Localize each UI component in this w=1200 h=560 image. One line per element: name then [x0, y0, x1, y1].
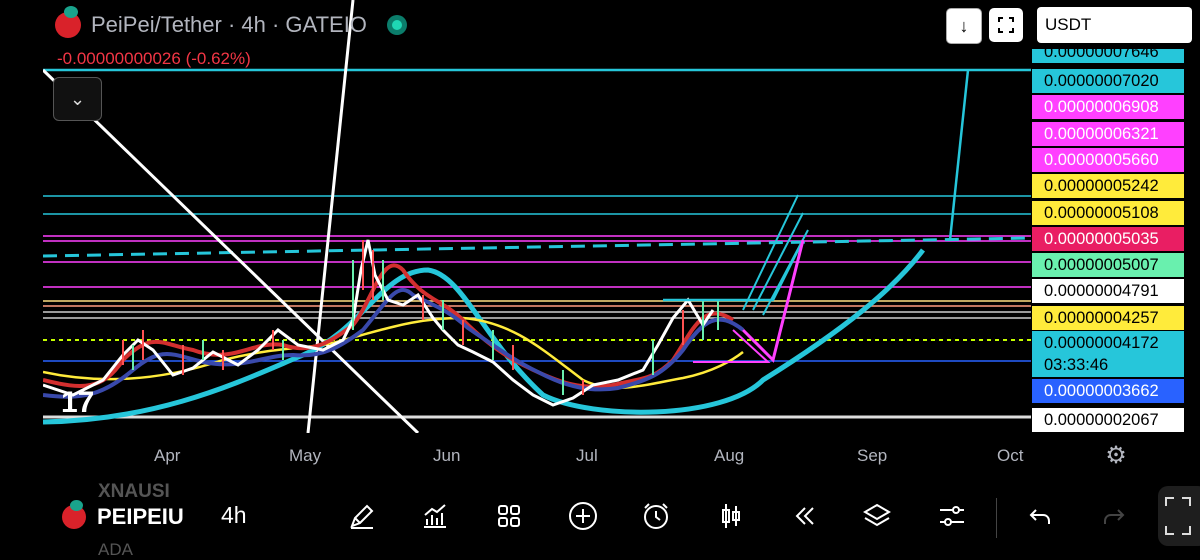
chevron-down-icon: ⌄: [69, 88, 86, 109]
redo-icon[interactable]: [1094, 496, 1134, 536]
more-tools-button[interactable]: [1158, 486, 1200, 546]
alert-clock-icon[interactable]: [636, 496, 676, 536]
pencil-icon[interactable]: [342, 496, 382, 536]
price-label: 0.00000005108: [1032, 201, 1184, 225]
next-symbol-ghost: ADA: [98, 540, 133, 559]
price-label: 0.00000004172: [1032, 331, 1184, 355]
price-label: 0.00000007646: [1032, 49, 1184, 63]
price-line: [43, 239, 715, 407]
toolbar-divider: [996, 498, 997, 538]
layers-icon[interactable]: [857, 496, 897, 536]
moving-average: [43, 316, 744, 390]
token-logo-icon: [62, 500, 86, 529]
price-label: 0.00000005035: [1032, 227, 1184, 251]
expand-icon: [1165, 497, 1191, 535]
layout-grid-icon[interactable]: [489, 496, 529, 536]
target-pattern: [693, 329, 771, 363]
symbol-switcher[interactable]: PEIPEIU: [97, 504, 184, 530]
symbol-title[interactable]: PeiPei/Tether · 4h · GATEIO: [91, 12, 367, 38]
price-label: 0.00000002067: [1032, 408, 1184, 432]
interval-button[interactable]: 4h: [221, 502, 247, 529]
currency-value: USDT: [1045, 15, 1092, 34]
time-tick-label: Sep: [857, 446, 888, 465]
price-label: 0.00000005007: [1032, 253, 1184, 277]
time-tick-label: Jul: [576, 446, 598, 465]
chart-header: PeiPei/Tether · 4h · GATEIO: [55, 6, 407, 38]
arrow-down-icon: ↓: [959, 15, 969, 36]
price-label: 03:33:46: [1032, 353, 1184, 377]
time-tick-label: Apr: [154, 446, 181, 465]
chart-settings-icon[interactable]: ⚙: [1103, 443, 1129, 469]
time-tick-label: Jun: [433, 446, 461, 465]
watermark-logo: 17: [61, 386, 94, 419]
price-label: 0.00000007020: [1032, 69, 1184, 93]
fit-screen-button[interactable]: [989, 8, 1023, 42]
prev-symbol-ghost: XNAUSI: [98, 481, 170, 502]
price-label: 0.00000004791: [1032, 279, 1184, 303]
collapse-legend-button[interactable]: ⌄: [53, 77, 102, 121]
replay-icon[interactable]: [784, 496, 824, 536]
price-label: 0.00000005660: [1032, 148, 1184, 172]
trend-line: [306, 0, 355, 433]
bottom-toolbar: XNAUSI PEIPEIU ADA 4h: [0, 478, 1200, 559]
currency-select[interactable]: USDT: [1037, 7, 1192, 43]
price-change: -0.00000000026 (-0.62%): [57, 49, 251, 68]
price-label: 0.00000005242: [1032, 174, 1184, 198]
chart-area[interactable]: 17 PeiPei/Tether · 4h · GATEIO -0.000000…: [0, 0, 1200, 478]
fullscreen-icon: [998, 17, 1014, 33]
price-label: 0.00000006908: [1032, 95, 1184, 119]
token-logo-icon: [55, 6, 81, 38]
add-icon[interactable]: [563, 496, 603, 536]
scroll-to-latest-button[interactable]: ↓: [946, 8, 982, 44]
price-label: 0.00000006321: [1032, 122, 1184, 146]
market-open-icon: [386, 15, 407, 35]
time-tick-label: Aug: [714, 446, 745, 465]
price-label: 0.00000003662: [1032, 379, 1184, 403]
candle-icon[interactable]: [711, 496, 751, 536]
settings-sliders-icon[interactable]: [932, 496, 972, 536]
undo-icon[interactable]: [1020, 496, 1060, 536]
time-tick-label: May: [289, 446, 322, 465]
projection-line: [663, 239, 805, 302]
indicators-icon[interactable]: [415, 496, 455, 536]
price-label: 0.00000004257: [1032, 306, 1184, 330]
band-red: [43, 263, 735, 389]
time-tick-label: Oct: [997, 446, 1024, 465]
